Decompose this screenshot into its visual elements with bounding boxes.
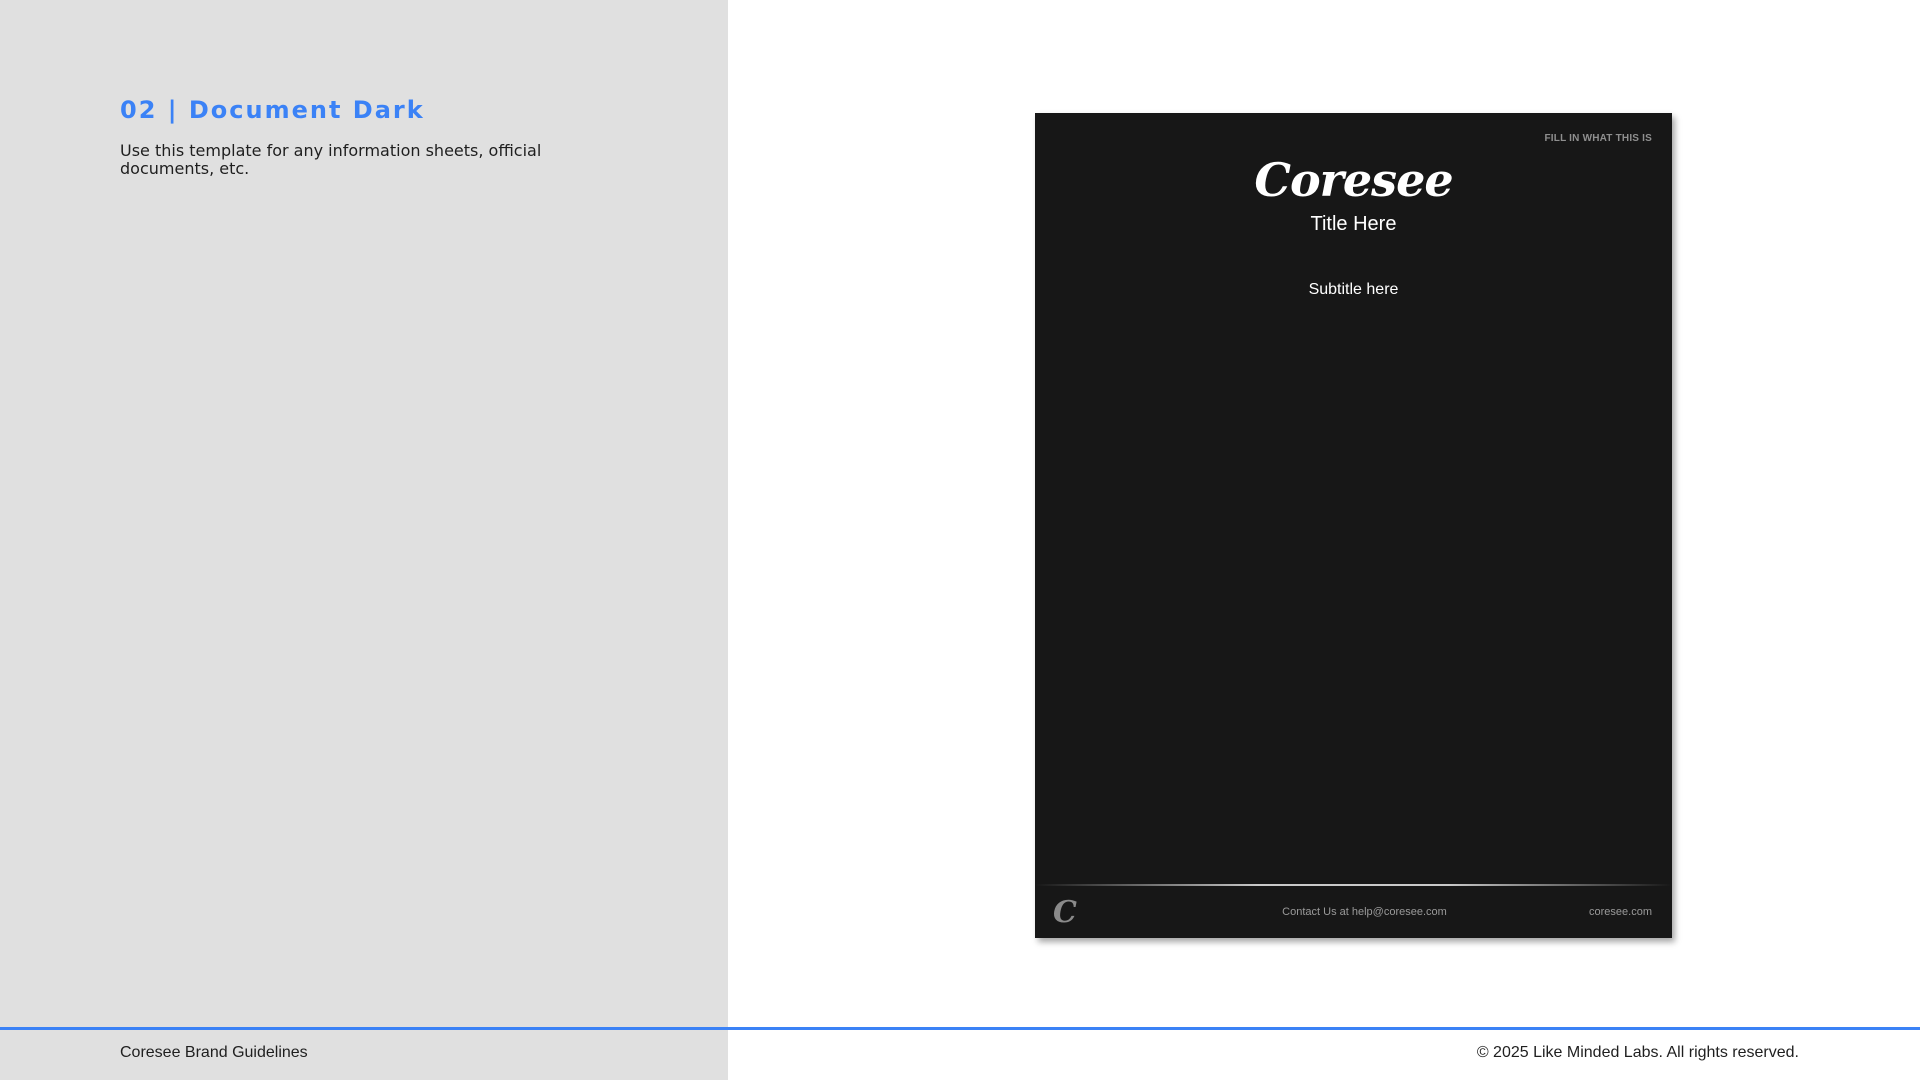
document-footer-url: coresee.com — [1589, 906, 1652, 918]
footer-brand-guidelines: Coresee Brand Guidelines — [120, 1044, 308, 1061]
footer-copyright: © 2025 Like Minded Labs. All rights rese… — [1476, 1044, 1799, 1061]
section-heading: 02 | Document Dark — [120, 96, 425, 124]
document-dark-preview: FILL IN WHAT THIS IS Coresee Title Here … — [1035, 113, 1672, 938]
document-subtitle: Subtitle here — [1308, 281, 1399, 298]
section-description: Use this template for any information sh… — [120, 141, 542, 178]
document-footer-divider — [1035, 884, 1672, 886]
coresee-logo: Coresee — [1254, 153, 1453, 207]
left-panel: 02 | Document Dark Use this template for… — [0, 0, 728, 1080]
document-title: Title Here — [1310, 213, 1397, 235]
document-footer-contact: Contact Us at help@coresee.com — [1282, 906, 1447, 918]
document-corner-label: FILL IN WHAT THIS IS — [1544, 133, 1652, 144]
footer-divider — [0, 1027, 1920, 1030]
